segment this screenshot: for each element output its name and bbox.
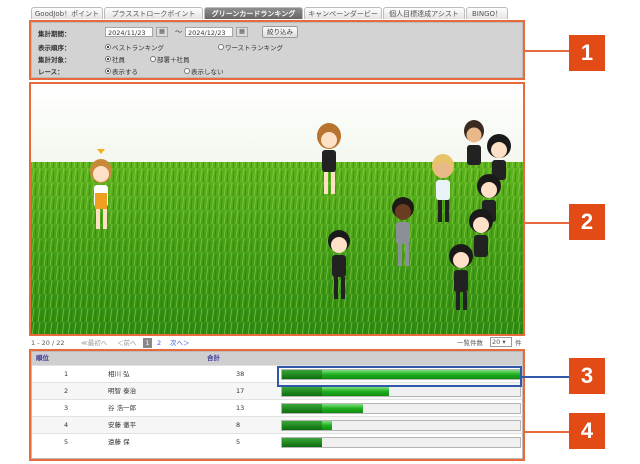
tab-campaign-derby[interactable]: キャンペーンダービー	[304, 7, 382, 19]
per-page-label: 一覧件数	[457, 339, 483, 347]
callout-badge: 4	[569, 413, 605, 449]
tab-plus-stroke-point[interactable]: プラスストロークポイント	[104, 7, 203, 19]
callout-badge: 2	[569, 204, 605, 240]
prev-page-link[interactable]: ＜前へ	[117, 338, 137, 348]
callout-connector	[525, 50, 569, 52]
annotation-frame-scene	[29, 82, 525, 336]
tab-bingo[interactable]: BINGO！	[466, 7, 508, 19]
result-range: 1 - 20 / 22	[31, 339, 65, 347]
callout-connector	[522, 376, 569, 378]
per-page-unit: 件	[515, 339, 522, 347]
callout-badge: 3	[569, 358, 605, 394]
callout-connector	[525, 222, 569, 224]
tab-personal-goal-assist[interactable]: 個人目標達成アシスト	[383, 7, 465, 19]
callout-badge: 1	[569, 35, 605, 71]
pagination: 1 - 20 / 22 ≪最初へ ＜前へ 1 2 次へ＞ 一覧件数 20 ▾ 件	[31, 337, 525, 349]
annotation-frame-top-bar	[277, 366, 522, 387]
page-2-link[interactable]: 2	[157, 338, 161, 348]
annotation-frame-filter	[29, 20, 525, 80]
per-page-select[interactable]: 20 ▾	[490, 337, 512, 347]
tab-goodjob-point[interactable]: GoodJob！ポイント	[31, 7, 103, 19]
callout-connector	[525, 431, 569, 433]
tab-green-card-ranking[interactable]: グリーンカードランキング	[204, 7, 303, 19]
next-page-link[interactable]: 次へ＞	[170, 338, 190, 348]
ranking-tabs: GoodJob！ポイント プラスストロークポイント グリーンカードランキング キ…	[31, 7, 525, 21]
page-1-current[interactable]: 1	[143, 338, 152, 348]
first-page-link[interactable]: ≪最初へ	[81, 338, 107, 348]
